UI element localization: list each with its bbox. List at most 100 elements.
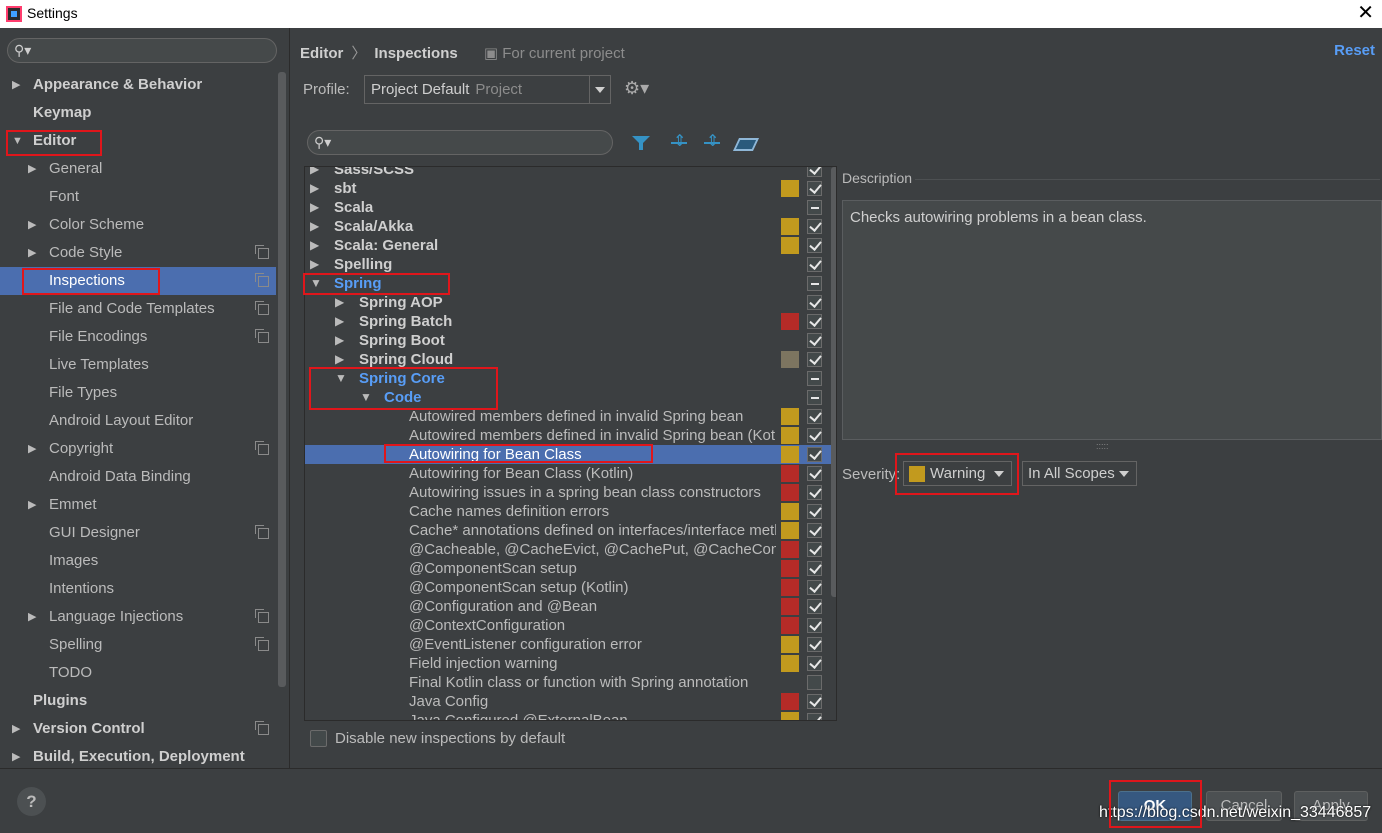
sidebar-item-keymap[interactable]: Keymap bbox=[0, 99, 276, 127]
inspection-enabled-checkbox[interactable] bbox=[807, 390, 822, 405]
severity-dropdown[interactable]: Warning bbox=[903, 461, 1012, 486]
inspection-enabled-checkbox[interactable] bbox=[807, 656, 822, 671]
inspection-row[interactable]: Final Kotlin class or function with Spri… bbox=[305, 673, 836, 692]
collapsed-arrow-icon[interactable]: ▶ bbox=[310, 217, 319, 236]
inspection-enabled-checkbox[interactable] bbox=[807, 276, 822, 291]
sidebar-item-version-control[interactable]: ▶ Version Control bbox=[0, 715, 276, 743]
sidebar-item-appearance-behavior[interactable]: ▶ Appearance & Behavior bbox=[0, 71, 276, 99]
inspection-group-row[interactable]: ▶ Spring Cloud bbox=[305, 350, 836, 369]
inspection-enabled-checkbox[interactable] bbox=[807, 333, 822, 348]
inspection-enabled-checkbox[interactable] bbox=[807, 637, 822, 652]
inspection-group-row[interactable]: ▶ Scala/Akka bbox=[305, 217, 836, 236]
tree-scrollbar[interactable] bbox=[831, 167, 836, 597]
expanded-arrow-icon[interactable]: ▼ bbox=[12, 127, 23, 155]
inspection-enabled-checkbox[interactable] bbox=[807, 542, 822, 557]
collapsed-arrow-icon[interactable]: ▶ bbox=[28, 239, 36, 267]
inspection-enabled-checkbox[interactable] bbox=[807, 428, 822, 443]
sidebar-item-images[interactable]: Images bbox=[0, 547, 276, 575]
inspection-group-row[interactable]: ▶ Spring Batch bbox=[305, 312, 836, 331]
inspection-row[interactable]: @EventListener configuration error bbox=[305, 635, 836, 654]
inspection-row[interactable]: @ComponentScan setup (Kotlin) bbox=[305, 578, 836, 597]
inspection-enabled-checkbox[interactable] bbox=[807, 238, 822, 253]
inspection-enabled-checkbox[interactable] bbox=[807, 561, 822, 576]
inspection-enabled-checkbox[interactable] bbox=[807, 713, 822, 720]
collapse-all-icon[interactable] bbox=[702, 131, 722, 152]
sidebar-item-general[interactable]: ▶ General bbox=[0, 155, 276, 183]
inspection-enabled-checkbox[interactable] bbox=[807, 523, 822, 538]
sidebar-item-build-execution-deployment[interactable]: ▶ Build, Execution, Deployment bbox=[0, 743, 276, 771]
inspection-enabled-checkbox[interactable] bbox=[807, 409, 822, 424]
collapsed-arrow-icon[interactable]: ▶ bbox=[12, 71, 20, 99]
inspection-row[interactable]: Autowiring for Bean Class bbox=[305, 445, 836, 464]
sidebar-item-plugins[interactable]: Plugins bbox=[0, 687, 276, 715]
inspection-row[interactable]: @Cacheable, @CacheEvict, @CachePut, @Cac… bbox=[305, 540, 836, 559]
filter-icon[interactable] bbox=[631, 134, 651, 152]
inspection-search-input[interactable]: ⚲▾ bbox=[307, 130, 613, 155]
collapsed-arrow-icon[interactable]: ▶ bbox=[12, 743, 20, 771]
expand-all-icon[interactable] bbox=[669, 131, 689, 152]
inspection-enabled-checkbox[interactable] bbox=[807, 675, 822, 690]
collapsed-arrow-icon[interactable]: ▶ bbox=[335, 312, 344, 331]
inspection-enabled-checkbox[interactable] bbox=[807, 181, 822, 196]
inspection-group-row[interactable]: ▶ Spring AOP bbox=[305, 293, 836, 312]
inspection-enabled-checkbox[interactable] bbox=[807, 466, 822, 481]
expanded-arrow-icon[interactable]: ▼ bbox=[310, 274, 322, 293]
inspection-group-row[interactable]: ▼ Spring Core bbox=[305, 369, 836, 388]
inspection-enabled-checkbox[interactable] bbox=[807, 447, 822, 462]
sidebar-item-copyright[interactable]: ▶ Copyright bbox=[0, 435, 276, 463]
sidebar-item-intentions[interactable]: Intentions bbox=[0, 575, 276, 603]
collapsed-arrow-icon[interactable]: ▶ bbox=[335, 293, 344, 312]
sidebar-item-file-and-code-templates[interactable]: File and Code Templates bbox=[0, 295, 276, 323]
inspection-enabled-checkbox[interactable] bbox=[807, 694, 822, 709]
sidebar-item-language-injections[interactable]: ▶ Language Injections bbox=[0, 603, 276, 631]
inspection-enabled-checkbox[interactable] bbox=[807, 352, 822, 367]
profile-dropdown[interactable]: Project Default Project bbox=[364, 75, 611, 104]
inspection-group-row[interactable]: ▶ Scala: General bbox=[305, 236, 836, 255]
sidebar-item-code-style[interactable]: ▶ Code Style bbox=[0, 239, 276, 267]
inspection-group-row[interactable]: ▶ Spring Boot bbox=[305, 331, 836, 350]
inspection-enabled-checkbox[interactable] bbox=[807, 257, 822, 272]
disable-new-inspections-checkbox[interactable] bbox=[310, 730, 327, 747]
inspection-enabled-checkbox[interactable] bbox=[807, 167, 822, 177]
inspection-enabled-checkbox[interactable] bbox=[807, 219, 822, 234]
inspection-row[interactable]: Cache* annotations defined on interfaces… bbox=[305, 521, 836, 540]
inspection-row[interactable]: Autowiring for Bean Class (Kotlin) bbox=[305, 464, 836, 483]
inspection-enabled-checkbox[interactable] bbox=[807, 599, 822, 614]
collapsed-arrow-icon[interactable]: ▶ bbox=[12, 715, 20, 743]
sidebar-item-inspections[interactable]: Inspections bbox=[0, 267, 276, 295]
close-icon[interactable]: ✕ bbox=[1357, 2, 1374, 24]
sidebar-item-android-layout-editor[interactable]: Android Layout Editor bbox=[0, 407, 276, 435]
inspection-enabled-checkbox[interactable] bbox=[807, 618, 822, 633]
inspection-row[interactable]: Autowired members defined in invalid Spr… bbox=[305, 407, 836, 426]
gear-icon[interactable]: ⚙▾ bbox=[624, 78, 649, 99]
expanded-arrow-icon[interactable]: ▼ bbox=[335, 369, 347, 388]
collapsed-arrow-icon[interactable]: ▶ bbox=[28, 211, 36, 239]
reset-to-default-icon[interactable] bbox=[734, 134, 754, 152]
inspection-row[interactable]: @ContextConfiguration bbox=[305, 616, 836, 635]
collapsed-arrow-icon[interactable]: ▶ bbox=[28, 603, 36, 631]
sidebar-item-gui-designer[interactable]: GUI Designer bbox=[0, 519, 276, 547]
sidebar-item-todo[interactable]: TODO bbox=[0, 659, 276, 687]
collapsed-arrow-icon[interactable]: ▶ bbox=[310, 179, 319, 198]
reset-link[interactable]: Reset bbox=[1334, 42, 1375, 59]
collapsed-arrow-icon[interactable]: ▶ bbox=[335, 350, 344, 369]
inspection-row[interactable]: Java Config bbox=[305, 692, 836, 711]
inspection-group-row[interactable]: ▶ sbt bbox=[305, 179, 836, 198]
inspection-enabled-checkbox[interactable] bbox=[807, 295, 822, 310]
inspection-row[interactable]: Autowiring issues in a spring bean class… bbox=[305, 483, 836, 502]
sidebar-item-file-types[interactable]: File Types bbox=[0, 379, 276, 407]
expanded-arrow-icon[interactable]: ▼ bbox=[360, 388, 372, 407]
collapsed-arrow-icon[interactable]: ▶ bbox=[310, 198, 319, 217]
sidebar-item-file-encodings[interactable]: File Encodings bbox=[0, 323, 276, 351]
inspection-row[interactable]: Autowired members defined in invalid Spr… bbox=[305, 426, 836, 445]
settings-search-input[interactable]: ⚲▾ bbox=[7, 38, 277, 63]
inspection-enabled-checkbox[interactable] bbox=[807, 504, 822, 519]
sidebar-item-editor[interactable]: ▼ Editor bbox=[0, 127, 276, 155]
collapsed-arrow-icon[interactable]: ▶ bbox=[310, 255, 319, 274]
sidebar-scrollbar[interactable] bbox=[278, 72, 286, 687]
sidebar-item-spelling[interactable]: Spelling bbox=[0, 631, 276, 659]
inspection-row[interactable]: @Configuration and @Bean bbox=[305, 597, 836, 616]
sidebar-item-font[interactable]: Font bbox=[0, 183, 276, 211]
inspection-group-row[interactable]: ▶ Spelling bbox=[305, 255, 836, 274]
inspection-group-row[interactable]: ▼ Code bbox=[305, 388, 836, 407]
